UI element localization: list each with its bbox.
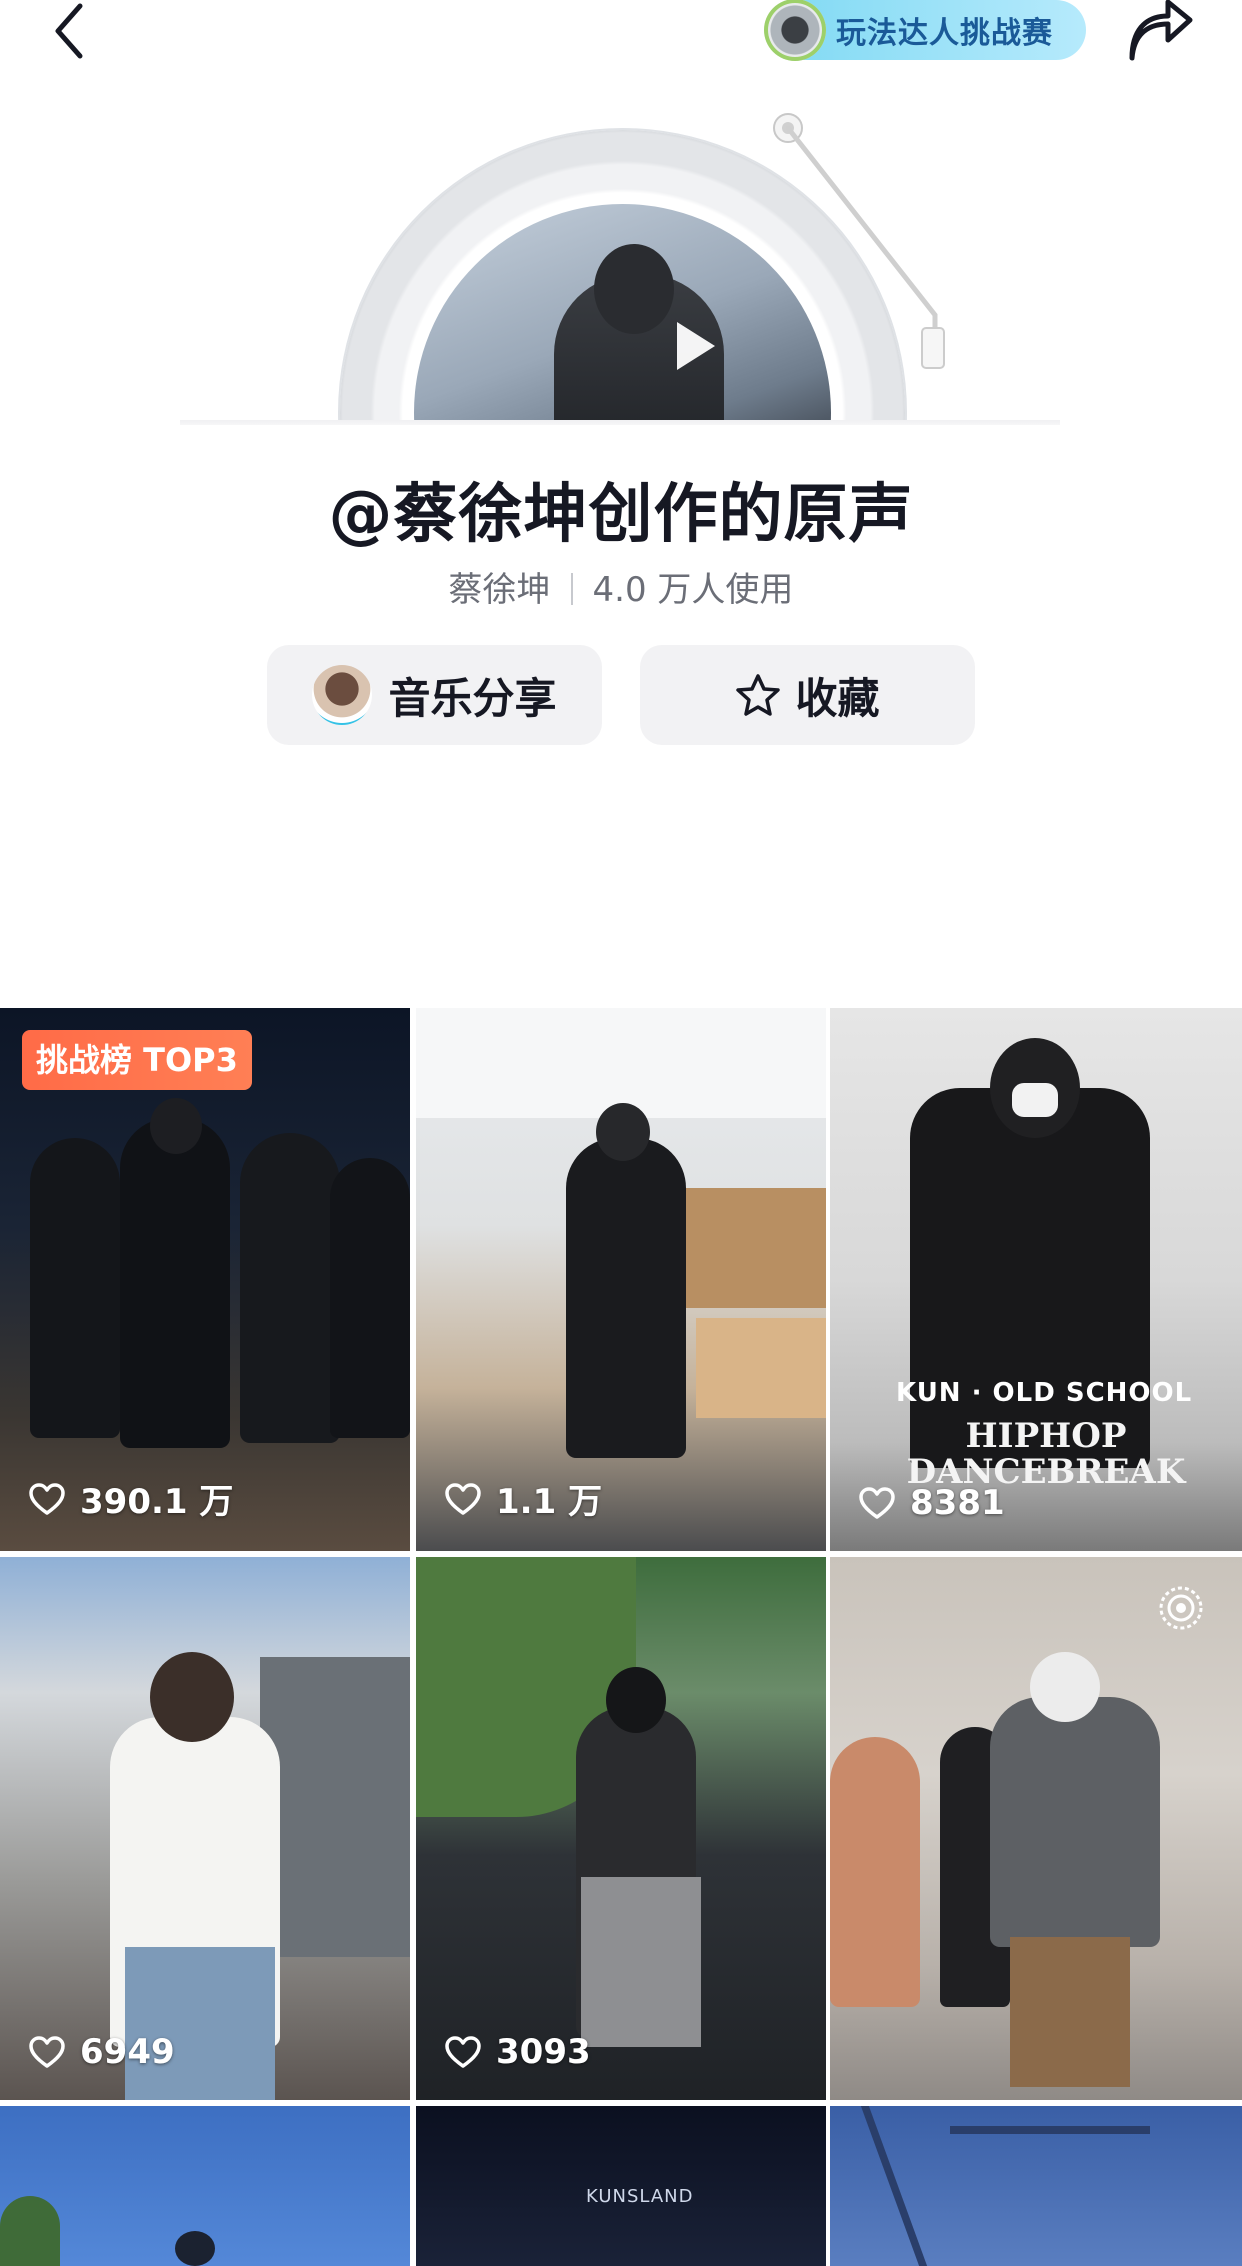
like-count: 1.1 万 [444,1474,602,1523]
kunsland-logo: KUNSLAND [586,2186,694,2207]
like-count: 3093 [444,2032,591,2072]
challenge-pill[interactable]: 玩法达人挑战赛 [764,0,1086,61]
sound-author[interactable]: 蔡徐坤 [449,570,551,610]
like-count-value: 3093 [496,2032,591,2072]
challenge-top3-badge: 挑战榜 TOP3 [22,1030,252,1090]
music-share-button[interactable]: 音乐分享 [267,645,602,745]
album-cover [414,204,831,425]
live-signal-icon [1159,1586,1203,1630]
heart-icon [445,1482,481,1515]
sound-meta: 蔡徐坤 4.0 万人使用 [0,562,1242,611]
video-tile[interactable] [830,1557,1242,2100]
video-caption: KUN · OLD SCHOOL [896,1378,1193,1408]
vinyl-player[interactable] [0,120,1242,425]
like-count-value: 390.1 万 [80,1482,234,1522]
like-count-value: 8381 [910,1483,1005,1523]
video-tile[interactable]: 6949 [0,1557,410,2100]
share-arrow-icon[interactable] [1124,0,1196,64]
star-icon [736,674,781,716]
video-caption-title: HIPHOP DANCEBREAK [906,1416,1186,1492]
avatar [312,665,373,725]
heart-icon [29,2036,65,2068]
video-tile[interactable]: KUN · OLD SCHOOL HIPHOP DANCEBREAK 8381 [830,1008,1242,1551]
like-count: 8381 [858,1483,1005,1523]
music-share-label: 音乐分享 [388,673,557,723]
divider [570,573,573,605]
play-icon[interactable] [677,322,715,370]
sound-usage: 4.0 万人使用 [592,570,794,610]
like-count-value: 1.1 万 [496,1482,603,1522]
video-tile[interactable] [0,2106,410,2266]
heart-icon [445,2036,481,2068]
video-tile[interactable]: KUNSLAND [416,2106,826,2266]
like-count-value: 6949 [80,2032,175,2072]
favorite-button[interactable]: 收藏 [640,645,975,745]
like-count: 6949 [28,2032,175,2072]
challenge-label: 玩法达人挑战赛 [836,16,1053,51]
back-icon[interactable] [44,0,94,62]
video-tile[interactable]: 3093 [416,1557,826,2100]
video-tile[interactable]: 1.1 万 [416,1008,826,1551]
like-count: 390.1 万 [28,1474,233,1523]
sound-title: @蔡徐坤创作的原声 [328,478,914,552]
heart-icon [859,1487,895,1519]
video-tile[interactable] [830,2106,1242,2266]
favorite-label: 收藏 [795,673,880,723]
video-tile[interactable]: 挑战榜 TOP3 390.1 万 [0,1008,410,1551]
tonearm-icon [773,113,945,369]
heart-icon [29,1482,65,1515]
camera-badge-icon [764,0,826,61]
